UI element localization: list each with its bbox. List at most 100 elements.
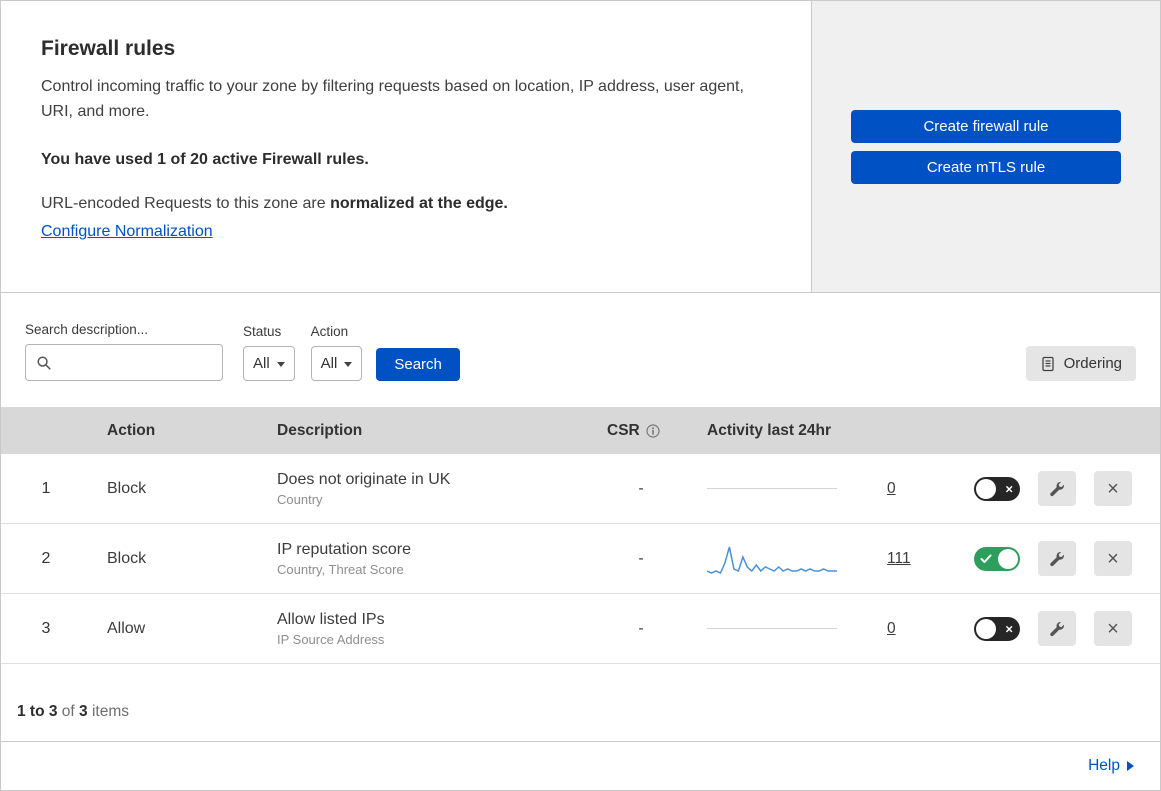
normalization-text: URL-encoded Requests to this zone are <box>41 194 331 212</box>
chevron-down-icon <box>344 362 353 367</box>
rule-action: Block <box>107 549 147 567</box>
rule-enabled-toggle[interactable]: × <box>974 476 1020 501</box>
search-group: Search description... <box>25 322 223 381</box>
firewall-rules-page: Firewall rules Control incoming traffic … <box>0 0 1161 791</box>
rule-controls: × × <box>936 611 1160 646</box>
rule-activity: 0 <box>691 620 936 638</box>
activity-sparkline-empty <box>707 488 837 489</box>
rule-csr: - <box>638 549 644 567</box>
wrench-icon <box>1050 621 1064 636</box>
column-header-csr: CSR <box>591 422 691 440</box>
toggle-off-x-icon: × <box>1005 621 1013 636</box>
configure-normalization-link[interactable]: Configure Normalization <box>41 223 213 241</box>
edit-rule-button[interactable] <box>1038 471 1076 506</box>
rule-description-fields: Country, Threat Score <box>277 561 404 577</box>
edit-rule-button[interactable] <box>1038 541 1076 576</box>
activity-sparkline-empty <box>707 628 837 629</box>
usage-summary: You have used 1 of 20 active Firewall ru… <box>41 150 369 168</box>
rule-priority: 2 <box>41 549 51 567</box>
search-icon <box>37 356 51 370</box>
items-range: 1 to 3 of 3 items <box>17 703 129 720</box>
wrench-icon <box>1050 481 1064 496</box>
ordering-button-label: Ordering <box>1063 355 1122 372</box>
info-icon[interactable] <box>646 423 660 438</box>
rule-action: Block <box>107 479 147 497</box>
action-filter-group: Action All <box>310 324 363 381</box>
rule-activity: 0 <box>691 480 936 498</box>
rule-controls: × <box>936 541 1160 576</box>
ordering-button[interactable]: Ordering <box>1025 346 1136 381</box>
wrench-icon <box>1050 551 1064 566</box>
activity-sparkline <box>707 541 837 577</box>
toggle-knob <box>998 548 1018 569</box>
filter-bar: Search description... Status All Action … <box>1 293 1160 407</box>
chevron-down-icon <box>276 362 285 367</box>
page-header: Firewall rules Control incoming traffic … <box>1 1 1160 293</box>
create-firewall-rule-button[interactable]: Create firewall rule <box>851 109 1121 143</box>
rule-description-title: IP reputation score <box>277 540 412 558</box>
toggle-off-x-icon: × <box>1005 481 1013 496</box>
rule-enabled-toggle[interactable]: × <box>974 616 1020 641</box>
table-row: 1 Block Does not originate in UK Country… <box>1 454 1160 524</box>
table-row: 2 Block IP reputation score Country, Thr… <box>1 524 1160 594</box>
status-filter-group: Status All <box>243 324 295 381</box>
rule-activity: 111 <box>691 541 936 577</box>
search-label: Search description... <box>25 322 149 337</box>
table-row: 3 Allow Allow listed IPs IP Source Addre… <box>1 594 1160 664</box>
activity-count-link[interactable]: 0 <box>887 620 896 638</box>
toggle-knob <box>976 618 996 639</box>
create-mtls-rule-button[interactable]: Create mTLS rule <box>851 150 1121 184</box>
table-header-row: Action Description CSR Activity last 24h… <box>1 407 1160 454</box>
status-label: Status <box>243 324 282 339</box>
rule-enabled-toggle[interactable] <box>974 546 1020 571</box>
rule-description-fields: IP Source Address <box>277 631 385 647</box>
column-header-description: Description <box>277 421 363 439</box>
delete-rule-button[interactable]: × <box>1094 471 1132 506</box>
table-footer: 1 to 3 of 3 items <box>1 664 1160 741</box>
search-box <box>25 344 223 381</box>
page-description: Control incoming traffic to your zone by… <box>41 78 744 120</box>
arrow-right-icon <box>1127 761 1134 771</box>
rule-description: Allow listed IPs IP Source Address <box>261 611 591 647</box>
rule-description-fields: Country <box>277 491 323 507</box>
close-icon: × <box>1107 547 1119 570</box>
activity-count-link[interactable]: 0 <box>887 480 896 498</box>
rule-controls: × × <box>936 471 1160 506</box>
ordering-icon <box>1041 356 1054 371</box>
column-header-activity: Activity last 24hr <box>707 421 832 439</box>
status-select[interactable]: All <box>243 346 295 381</box>
csr-header-label: CSR <box>607 421 640 439</box>
help-bar: Help <box>1 741 1160 790</box>
page-intro: Firewall rules Control incoming traffic … <box>1 1 811 292</box>
rule-action: Allow <box>107 619 146 637</box>
delete-rule-button[interactable]: × <box>1094 611 1132 646</box>
edit-rule-button[interactable] <box>1038 611 1076 646</box>
help-link-label: Help <box>1088 757 1120 774</box>
sparkline-chart <box>707 546 837 574</box>
toggle-knob <box>976 478 996 499</box>
page-title: Firewall rules <box>41 37 176 60</box>
activity-count-link[interactable]: 111 <box>887 550 911 568</box>
help-link[interactable]: Help <box>1088 757 1134 775</box>
rule-csr: - <box>638 619 644 637</box>
normalization-note: URL-encoded Requests to this zone are no… <box>41 195 771 213</box>
rule-description: IP reputation score Country, Threat Scor… <box>261 541 591 577</box>
action-label: Action <box>310 324 349 339</box>
search-input[interactable] <box>26 345 222 380</box>
column-header-action: Action <box>107 421 156 439</box>
rule-csr: - <box>638 479 644 497</box>
close-icon: × <box>1107 477 1119 500</box>
search-button[interactable]: Search <box>376 348 460 381</box>
rule-priority: 1 <box>41 479 51 497</box>
rule-description-title: Does not originate in UK <box>277 470 451 488</box>
rule-description-title: Allow listed IPs <box>277 610 385 628</box>
toggle-on-check-icon <box>980 554 992 563</box>
rule-description: Does not originate in UK Country <box>261 471 591 507</box>
close-icon: × <box>1107 617 1119 640</box>
rule-priority: 3 <box>41 619 51 637</box>
action-select-value: All <box>320 355 338 372</box>
actions-panel: Create firewall rule Create mTLS rule <box>811 1 1160 292</box>
normalization-bold-text: normalized at the edge. <box>330 194 508 212</box>
delete-rule-button[interactable]: × <box>1094 541 1132 576</box>
action-select[interactable]: All <box>310 346 363 381</box>
